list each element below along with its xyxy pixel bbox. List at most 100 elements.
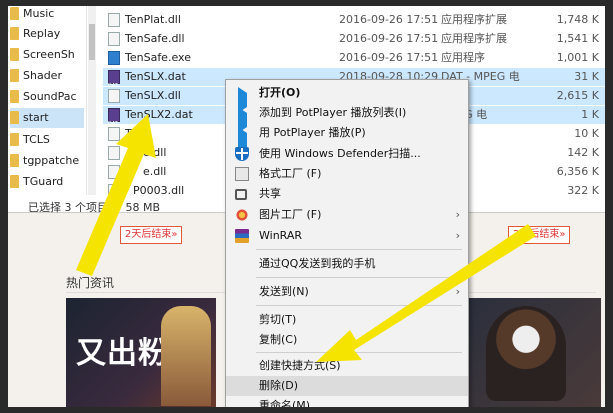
file-size: 31 K bbox=[574, 70, 599, 83]
folder-icon bbox=[10, 153, 19, 167]
banner-caption: 又出粉 bbox=[76, 336, 169, 371]
nav-folder-start[interactable]: start bbox=[10, 108, 84, 128]
menu-item-create-shortcut[interactable]: 创建快捷方式(S) bbox=[226, 356, 468, 376]
file-name: TenSLX.dll bbox=[125, 89, 181, 102]
chevron-right-icon: › bbox=[455, 208, 460, 221]
file-name: Ten bbox=[125, 127, 144, 140]
menu-item-label: WinRAR bbox=[259, 229, 303, 242]
nav-folder-soundpack[interactable]: SoundPac bbox=[10, 87, 84, 107]
promo-badge-right[interactable]: 2天后结束» bbox=[508, 226, 571, 244]
menu-item-add-to-playlist[interactable]: 添加到 PotPlayer 播放列表(I) bbox=[226, 103, 468, 133]
file-name: TenSafe.dll bbox=[125, 32, 185, 45]
menu-item-winrar[interactable]: WinRAR › bbox=[226, 226, 468, 246]
nav-folder-tguard[interactable]: TGuard bbox=[10, 172, 84, 192]
nav-folder-label: Replay bbox=[23, 27, 61, 40]
file-size: 1,748 K bbox=[556, 13, 599, 26]
file-type: 应用程序扩展 bbox=[441, 32, 507, 45]
format-factory-icon bbox=[235, 167, 249, 181]
menu-item-label: 删除(D) bbox=[259, 379, 299, 392]
shield-icon bbox=[235, 147, 249, 161]
hot-news-title: 热门资讯 bbox=[66, 276, 115, 290]
menu-item-label: 通过QQ发送到我的手机 bbox=[259, 257, 376, 270]
file-date: 2016-09-26 17:51 bbox=[339, 51, 439, 64]
file-date: 2016-09-26 17:51 bbox=[339, 32, 439, 45]
menu-item-cut[interactable]: 剪切(T) bbox=[226, 310, 468, 330]
menu-item-format-factory[interactable]: 格式工厂 (F) bbox=[226, 164, 468, 184]
status-bar: 已选择 3 个项目 58 MB bbox=[28, 199, 160, 215]
menu-item-open[interactable]: 打开(O) bbox=[226, 83, 468, 113]
file-name: TenSLX.dat bbox=[125, 70, 186, 83]
menu-item-picture-factory[interactable]: 图片工厂 (F) › bbox=[226, 205, 468, 225]
menu-item-share[interactable]: 共享 bbox=[226, 184, 468, 204]
folder-icon bbox=[10, 110, 19, 124]
chevron-right-icon: › bbox=[455, 229, 460, 242]
menu-item-copy[interactable]: 复制(C) bbox=[226, 330, 468, 350]
dll-file-icon bbox=[108, 127, 120, 141]
folder-icon bbox=[10, 89, 19, 103]
menu-item-delete[interactable]: 删除(D) bbox=[226, 376, 468, 396]
dll-file-icon bbox=[108, 32, 120, 46]
menu-item-defender-scan[interactable]: 使用 Windows Defender扫描... bbox=[226, 144, 468, 164]
file-name: ce.dll bbox=[137, 146, 167, 159]
selection-count: 已选择 3 个项目 bbox=[28, 201, 108, 214]
menu-item-label: 图片工厂 (F) bbox=[259, 208, 322, 221]
file-name: TenSLX2.dat bbox=[125, 108, 193, 121]
nav-folder-tcls[interactable]: TCLS bbox=[10, 130, 84, 150]
news-banner-left[interactable]: 又出粉 bbox=[66, 298, 216, 407]
nav-folder-label: SoundPac bbox=[23, 90, 77, 103]
nav-folder-screenshot[interactable]: ScreenSh bbox=[10, 45, 84, 65]
file-type: 应用程序扩展 bbox=[441, 13, 507, 26]
nav-folder-label: Music bbox=[23, 7, 55, 20]
file-size: 322 K bbox=[567, 184, 599, 197]
menu-item-send-to[interactable]: 发送到(N) › bbox=[226, 282, 468, 302]
menu-item-label: 剪切(T) bbox=[259, 313, 297, 326]
file-size: 142 K bbox=[567, 146, 599, 159]
file-size: 1,001 K bbox=[556, 51, 599, 64]
selection-size: 58 MB bbox=[125, 201, 161, 214]
nav-folder-label: TGuard bbox=[23, 175, 64, 188]
navigation-scrollbar[interactable] bbox=[88, 6, 96, 195]
menu-item-send-to-phone[interactable]: 通过QQ发送到我的手机 bbox=[226, 254, 468, 274]
dll-file-icon bbox=[108, 13, 120, 27]
file-row[interactable]: TenSafe.dll 2016-09-26 17:51 应用程序扩展 1,541 K bbox=[103, 30, 605, 48]
winrar-icon bbox=[235, 229, 249, 243]
file-name: TenPlat.dll bbox=[125, 13, 181, 26]
menu-item-label: 用 PotPlayer 播放(P) bbox=[259, 126, 366, 139]
news-banner-right[interactable] bbox=[461, 298, 601, 407]
folder-icon bbox=[10, 26, 19, 40]
screenshot-frame: 2天后结束» 2天后结束» 热门资讯 又出粉 Music Replay Scre… bbox=[8, 6, 605, 407]
file-row[interactable]: TenPlat.dll 2016-09-26 17:51 应用程序扩展 1,748 K bbox=[103, 11, 605, 29]
menu-item-label: 发送到(N) bbox=[259, 285, 309, 298]
dat-file-icon bbox=[108, 108, 120, 133]
nav-folder-tgppatches[interactable]: tgppatche bbox=[10, 151, 84, 171]
folder-icon bbox=[10, 47, 19, 61]
folder-icon bbox=[10, 68, 19, 82]
exe-file-icon bbox=[108, 51, 120, 65]
file-size: 1,541 K bbox=[556, 32, 599, 45]
file-row[interactable]: TenSafe.exe 2016-09-26 17:51 应用程序 1,001 K bbox=[103, 49, 605, 67]
file-size: 6,356 K bbox=[556, 165, 599, 178]
menu-item-label: 创建快捷方式(S) bbox=[259, 359, 341, 372]
menu-item-play-with-potplayer[interactable]: 用 PotPlayer 播放(P) bbox=[226, 123, 468, 153]
promo-badge-left[interactable]: 2天后结束» bbox=[120, 226, 183, 244]
nav-folder-label: ScreenSh bbox=[23, 48, 75, 61]
folder-icon bbox=[10, 132, 19, 146]
nav-folder-shader[interactable]: Shader bbox=[10, 66, 84, 86]
nav-folder-music[interactable]: Music bbox=[10, 6, 84, 24]
dll-file-icon bbox=[108, 184, 120, 198]
menu-item-rename[interactable]: 重命名(M) bbox=[226, 396, 468, 407]
banner-character-image bbox=[161, 306, 211, 406]
menu-separator bbox=[256, 305, 462, 306]
file-name: TenSafe.exe bbox=[125, 51, 191, 64]
scrollbar-thumb[interactable] bbox=[89, 24, 95, 60]
menu-item-label: 复制(C) bbox=[259, 333, 298, 346]
chevron-right-icon: › bbox=[455, 285, 460, 298]
folder-icon bbox=[10, 6, 19, 20]
nav-folder-replay[interactable]: Replay bbox=[10, 24, 84, 44]
picture-factory-icon bbox=[235, 208, 249, 222]
menu-item-label: 添加到 PotPlayer 播放列表(I) bbox=[259, 106, 407, 119]
context-menu: 打开(O) 添加到 PotPlayer 播放列表(I) 用 PotPlayer … bbox=[225, 79, 469, 407]
menu-separator bbox=[256, 352, 462, 353]
menu-separator bbox=[256, 249, 462, 250]
file-name: P0003.dll bbox=[133, 184, 185, 197]
